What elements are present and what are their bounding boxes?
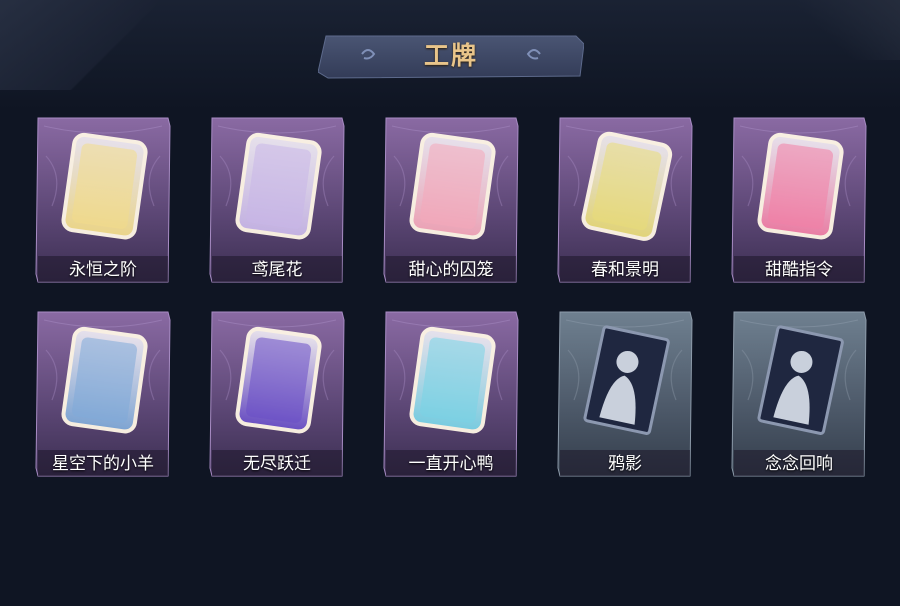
badge-card[interactable]: 星空下的小羊	[34, 310, 172, 478]
badge-card[interactable]: 念念回响	[730, 310, 868, 478]
badge-card[interactable]: 春和景明	[556, 116, 694, 284]
badge-card[interactable]: 鸢尾花	[208, 116, 346, 284]
badge-card[interactable]: 一直开心鸭	[382, 310, 520, 478]
corner-decoration-right	[780, 0, 900, 60]
page-title: 工牌	[423, 41, 478, 70]
badge-label: 甜心的囚笼	[408, 260, 494, 280]
badge-card[interactable]: 无尽跃迁	[208, 310, 346, 478]
badge-label: 无尽跃迁	[243, 454, 311, 474]
badge-label: 星空下的小羊	[52, 454, 154, 474]
corner-decoration-left	[0, 0, 200, 90]
badge-label: 鸦影	[608, 454, 642, 474]
badge-card[interactable]: 甜心的囚笼	[382, 116, 520, 284]
badge-card[interactable]: 甜酷指令	[730, 116, 868, 284]
badge-card[interactable]: 永恒之阶	[34, 116, 172, 284]
badge-label: 永恒之阶	[69, 260, 137, 280]
badge-card[interactable]: 鸦影	[556, 310, 694, 478]
badge-label: 鸢尾花	[251, 260, 303, 280]
badge-label: 一直开心鸭	[408, 454, 494, 474]
badge-label: 春和景明	[591, 260, 659, 280]
badge-label: 甜酷指令	[765, 260, 833, 280]
badge-label: 念念回响	[765, 454, 833, 474]
title-banner: 工牌	[318, 32, 584, 80]
